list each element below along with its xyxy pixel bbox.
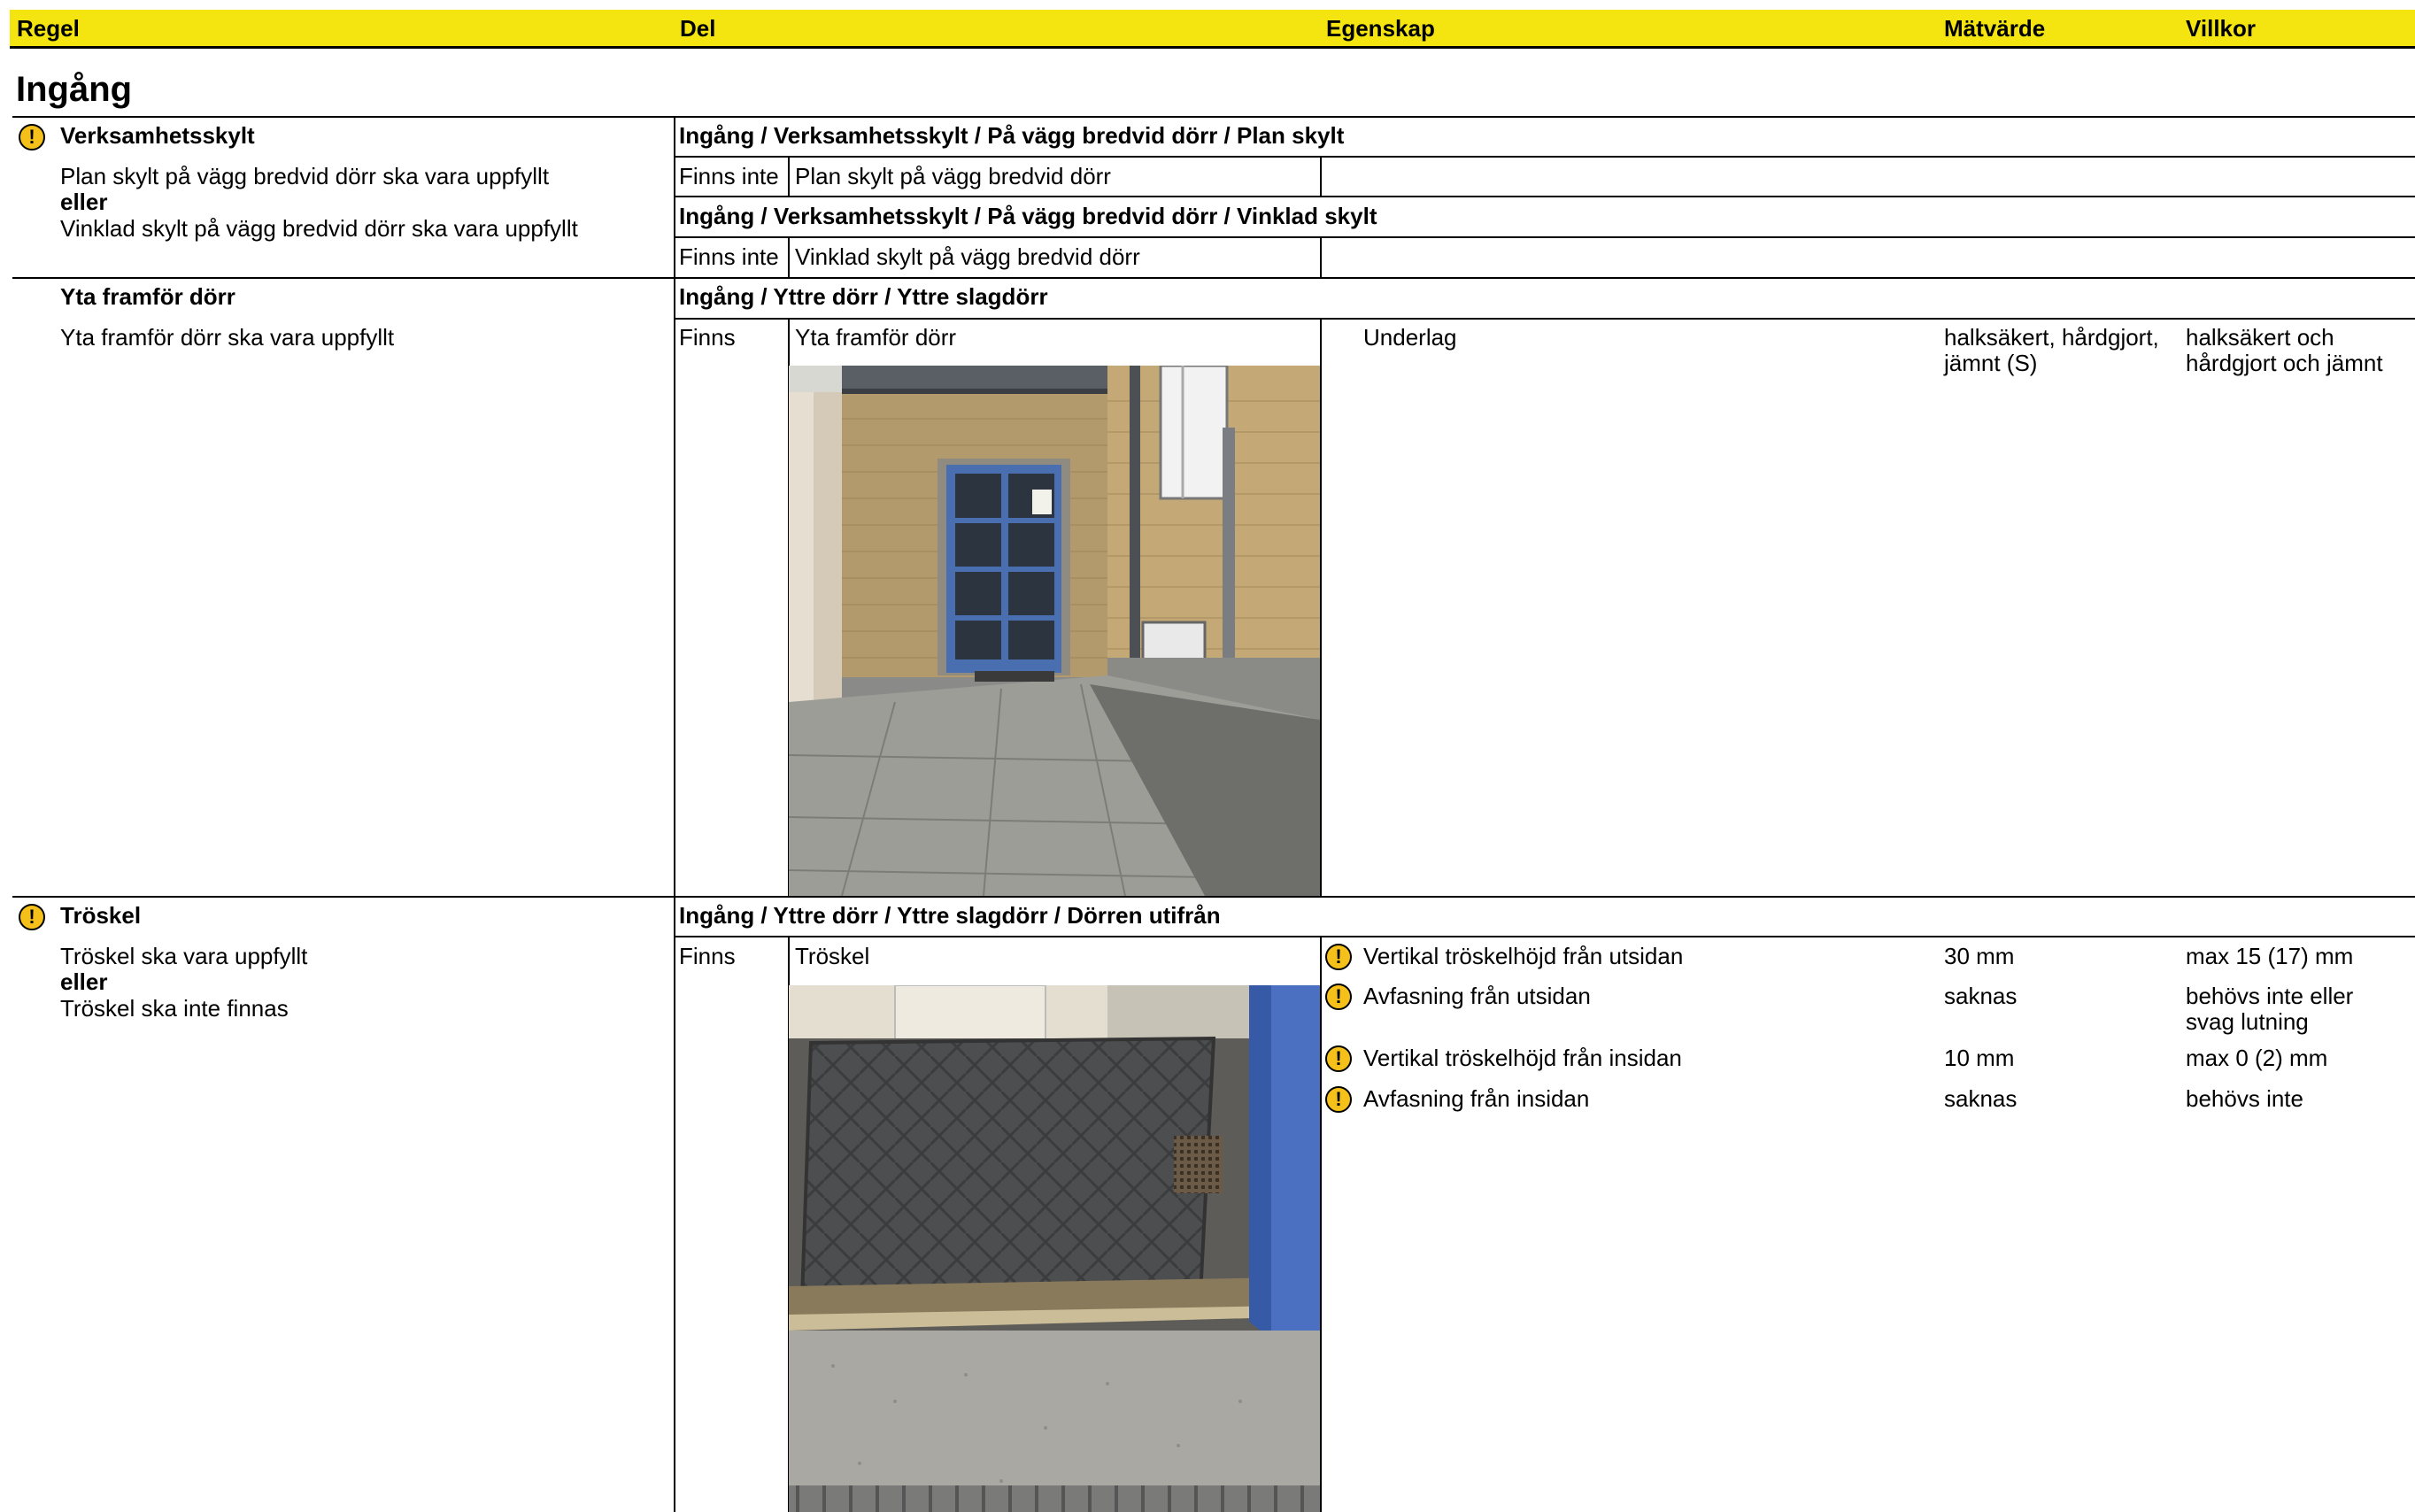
part-status: Finns inte — [679, 163, 779, 189]
part-name: Vinklad skylt på vägg bredvid dörr — [795, 243, 1140, 270]
rule-text: Tröskel ska vara uppfyllt — [60, 943, 308, 969]
condition-value: halksäkert och — [2186, 324, 2334, 351]
part-path: Ingång / Yttre dörr / Yttre slagdörr / D… — [679, 902, 1221, 929]
warning-icon: ! — [1325, 1045, 1352, 1072]
header-egenskap: Egenskap — [1326, 15, 1435, 42]
rule-text: Vinklad skylt på vägg bredvid dörr ska v… — [60, 215, 578, 242]
condition-value: behövs inte eller — [2186, 983, 2354, 1009]
measured-value: saknas — [1944, 1085, 2018, 1112]
rule-separator — [12, 116, 2415, 118]
warning-icon: ! — [1325, 944, 1352, 970]
row-divider — [674, 156, 2415, 158]
measured-value: saknas — [1944, 983, 2018, 1009]
rule-text: Plan skylt på vägg bredvid dörr ska vara… — [60, 163, 550, 189]
rule-text: Tröskel ska inte finnas — [60, 995, 289, 1022]
rule-connector: eller — [60, 968, 108, 995]
condition-value: hårdgjort och jämnt — [2186, 350, 2383, 376]
threshold-photo — [789, 985, 1320, 1512]
part-name: Yta framför dörr — [795, 324, 957, 351]
column-header-bar — [10, 10, 2415, 49]
property-name: Avfasning från utsidan — [1363, 983, 1591, 1009]
cell-divider — [1320, 236, 1322, 277]
cell-divider — [788, 156, 790, 196]
rule-text: Yta framför dörr ska vara uppfyllt — [60, 324, 395, 351]
part-status: Finns inte — [679, 243, 779, 270]
row-divider — [674, 318, 2415, 320]
cell-divider — [1320, 936, 1322, 1512]
part-path: Ingång / Yttre dörr / Yttre slagdörr — [679, 283, 1048, 310]
warning-icon: ! — [19, 124, 45, 150]
part-path: Ingång / Verksamhetsskylt / På vägg bred… — [679, 122, 1345, 149]
part-name: Tröskel — [795, 943, 870, 969]
row-divider — [674, 196, 2415, 197]
rule-title: Verksamhetsskylt — [60, 122, 255, 149]
warning-icon: ! — [1325, 1086, 1352, 1113]
measured-value: 30 mm — [1944, 943, 2015, 969]
property-name: Avfasning från insidan — [1363, 1085, 1590, 1112]
condition-value: svag lutning — [2186, 1008, 2309, 1035]
cell-divider — [1320, 156, 1322, 196]
property-name: Vertikal tröskelhöjd från insidan — [1363, 1045, 1682, 1071]
rule-connector: eller — [60, 189, 108, 215]
rule-separator — [12, 277, 2415, 279]
part-path: Ingång / Verksamhetsskylt / På vägg bred… — [679, 203, 1377, 229]
rule-separator — [12, 896, 2415, 898]
condition-value: behövs inte — [2186, 1085, 2303, 1112]
header-del: Del — [680, 15, 716, 42]
property-name: Underlag — [1363, 324, 1457, 351]
header-matvarde: Mätvärde — [1944, 15, 2046, 42]
header-villkor: Villkor — [2186, 15, 2257, 42]
part-status: Finns — [679, 943, 736, 969]
part-status: Finns — [679, 324, 736, 351]
property-name: Vertikal tröskelhöjd från utsidan — [1363, 943, 1684, 969]
condition-value: max 0 (2) mm — [2186, 1045, 2328, 1071]
entrance-photo — [789, 366, 1320, 896]
measured-value: jämnt (S) — [1944, 350, 2038, 376]
cell-divider — [788, 236, 790, 277]
column-divider — [674, 116, 675, 1512]
row-divider — [674, 936, 2415, 937]
rule-title: Yta framför dörr — [60, 283, 235, 310]
warning-icon: ! — [1325, 984, 1352, 1010]
rule-title: Tröskel — [60, 902, 142, 929]
cell-divider — [1320, 318, 1322, 896]
part-name: Plan skylt på vägg bredvid dörr — [795, 163, 1111, 189]
section-title: Ingång — [16, 70, 133, 109]
warning-icon: ! — [19, 904, 45, 930]
row-divider — [674, 236, 2415, 238]
condition-value: max 15 (17) mm — [2186, 943, 2354, 969]
measured-value: 10 mm — [1944, 1045, 2015, 1071]
header-regel: Regel — [17, 15, 80, 42]
measured-value: halksäkert, hårdgjort, — [1944, 324, 2159, 351]
